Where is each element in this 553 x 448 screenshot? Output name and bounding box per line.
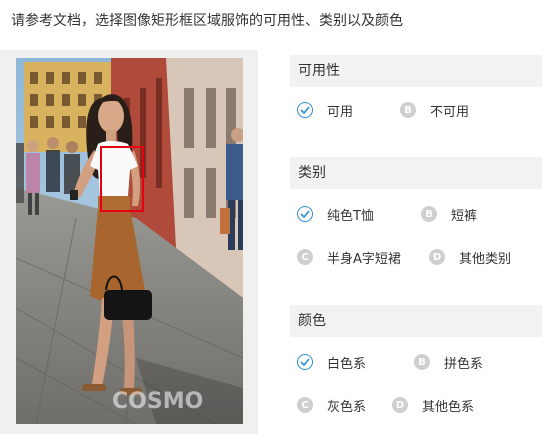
- watermark-text: COSMO: [112, 389, 203, 414]
- check-icon: [297, 102, 313, 118]
- letter-c-icon: C: [297, 397, 313, 413]
- section-header-category: 类别: [290, 157, 542, 189]
- option-label: 灰色系: [327, 399, 367, 415]
- option-white[interactable]: 白色系: [297, 351, 366, 373]
- option-label: 半身A字短裙: [327, 251, 401, 267]
- target-bounding-box: [100, 146, 144, 212]
- letter-b-icon: B: [414, 354, 430, 370]
- instruction-text: 请参考文档，选择图像矩形框区域服饰的可用性、类别以及颜色: [11, 13, 403, 29]
- letter-b-icon: B: [421, 206, 437, 222]
- option-label: 短裤: [451, 208, 478, 224]
- option-label: 白色系: [327, 356, 367, 372]
- option-label: 其他类别: [459, 251, 512, 267]
- option-label: 纯色T恤: [327, 208, 374, 224]
- letter-d-icon: D: [392, 397, 408, 413]
- letter-c-icon: C: [297, 249, 313, 265]
- option-gray[interactable]: C 灰色系: [297, 394, 366, 416]
- option-label: 拼色系: [444, 356, 484, 372]
- option-not-usable[interactable]: B 不可用: [400, 99, 469, 121]
- option-other-color[interactable]: D 其他色系: [392, 394, 474, 416]
- check-icon: [297, 206, 313, 222]
- check-icon: [297, 354, 313, 370]
- section-header-color: 颜色: [290, 305, 542, 337]
- option-label: 可用: [327, 104, 354, 120]
- street-fashion-photo: COSMO: [16, 58, 243, 424]
- option-shorts[interactable]: B 短裤: [421, 203, 477, 225]
- letter-b-icon: B: [400, 102, 416, 118]
- option-label: 不可用: [430, 104, 470, 120]
- section-header-usability: 可用性: [290, 55, 542, 87]
- option-other-category[interactable]: D 其他类别: [429, 246, 511, 268]
- option-a-line-skirt[interactable]: C 半身A字短裙: [297, 246, 401, 268]
- option-label: 其他色系: [422, 399, 475, 415]
- option-solid-tshirt[interactable]: 纯色T恤: [297, 203, 374, 225]
- photo-illustration: COSMO: [16, 58, 243, 424]
- photo-panel: COSMO: [0, 50, 258, 434]
- option-usable[interactable]: 可用: [297, 99, 353, 121]
- letter-d-icon: D: [429, 249, 445, 265]
- option-mixed-color[interactable]: B 拼色系: [414, 351, 483, 373]
